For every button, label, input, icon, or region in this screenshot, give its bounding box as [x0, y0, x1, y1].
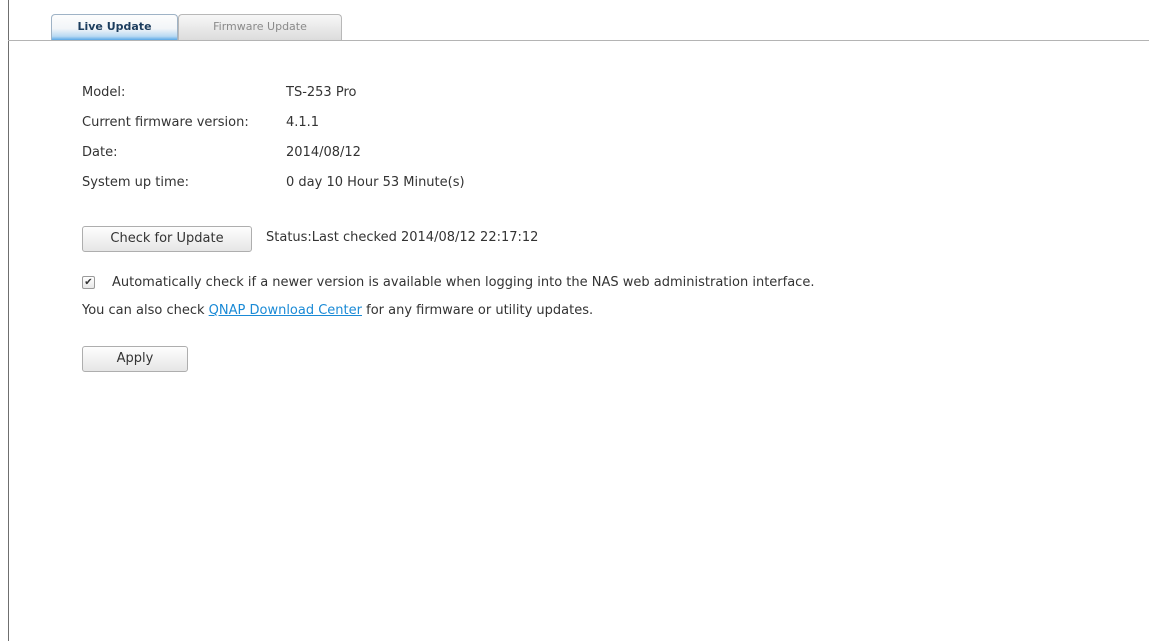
window-frame [8, 0, 1149, 641]
download-note-prefix: You can also check [82, 303, 209, 318]
date-label: Date: [82, 145, 118, 160]
download-center-note: You can also check QNAP Download Center … [82, 303, 593, 318]
model-value: TS-253 Pro [286, 85, 357, 100]
uptime-label: System up time: [82, 175, 189, 190]
qnap-download-center-link[interactable]: QNAP Download Center [209, 303, 362, 318]
uptime-value: 0 day 10 Hour 53 Minute(s) [286, 175, 465, 190]
date-value: 2014/08/12 [286, 145, 361, 160]
check-for-update-button[interactable]: Check for Update [82, 226, 252, 252]
firmware-version-value: 4.1.1 [286, 115, 320, 130]
checkmark-icon: ✔ [84, 277, 93, 288]
model-label: Model: [82, 85, 126, 100]
tab-live-update[interactable]: Live Update [51, 14, 178, 40]
update-status-text: Status:Last checked 2014/08/12 22:17:12 [266, 230, 539, 245]
tab-bar: Live Update Firmware Update [8, 14, 1149, 41]
firmware-version-label: Current firmware version: [82, 115, 249, 130]
tab-firmware-update[interactable]: Firmware Update [178, 14, 342, 40]
apply-button[interactable]: Apply [82, 346, 188, 372]
auto-check-label: Automatically check if a newer version i… [112, 275, 815, 290]
download-note-suffix: for any firmware or utility updates. [361, 303, 594, 318]
auto-check-checkbox[interactable]: ✔ [82, 276, 95, 289]
